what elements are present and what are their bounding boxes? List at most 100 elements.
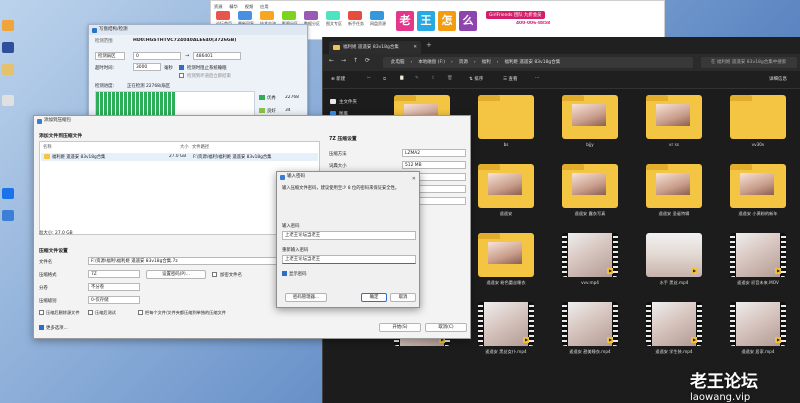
up-icon[interactable]: ↑ [353, 57, 358, 64]
video-item[interactable]: ▶ 遥遥安 居家.mp4 [721, 302, 795, 364]
nav-label[interactable]: 新手任务 [346, 21, 366, 27]
delete-after-checkbox[interactable] [39, 310, 44, 315]
folder-item[interactable]: bjjy [553, 95, 627, 157]
explorer-tab[interactable]: 福利姬 遥遥安 83v18g合集 ✕ [329, 41, 421, 54]
stop-on-bad-checkbox[interactable] [179, 73, 184, 78]
nav-icon[interactable] [238, 11, 252, 20]
breadcrumb-item[interactable]: 本地磁盘 (F:) [418, 57, 445, 68]
breadcrumb-item[interactable]: 福利 [482, 57, 491, 68]
start-sector-input[interactable]: 0 [133, 52, 181, 60]
column-header[interactable]: 文件路径 [192, 144, 209, 150]
encrypt-names-checkbox[interactable] [212, 272, 217, 277]
folder-item[interactable]: 遥遥安 露衣写真 [553, 164, 627, 226]
folder-item[interactable]: bs [469, 95, 543, 157]
folder-item[interactable]: vv30v [721, 95, 795, 157]
cancel-button[interactable]: 取消 [390, 293, 416, 302]
desktop-icon-5[interactable] [2, 188, 14, 199]
password-close-icon[interactable]: ✕ [412, 174, 416, 184]
desktop-icon-1[interactable] [2, 20, 14, 31]
more-options-icon[interactable] [39, 325, 44, 330]
test-after-checkbox[interactable] [88, 310, 93, 315]
prevent-sleep-checkbox[interactable] [179, 65, 184, 70]
cut-icon[interactable]: ✂ [367, 76, 371, 81]
new-tab-icon[interactable]: + [426, 41, 432, 49]
nav-icon[interactable] [370, 11, 384, 20]
nav-icon[interactable] [348, 11, 362, 20]
password-titlebar[interactable]: 输入密码 ✕ [277, 172, 419, 182]
rename-icon[interactable]: ✎ [415, 76, 419, 81]
close-tab-icon[interactable]: ✕ [413, 41, 417, 54]
desktop-icon-3[interactable] [2, 64, 14, 75]
ad-banner[interactable]: 老 王 怎 么 GirlFriends 团队 九折会员 400-006-8858 [396, 8, 616, 34]
nav-label[interactable]: 网盘资源 [368, 21, 388, 27]
nav-icon[interactable] [282, 11, 296, 20]
nav-icon[interactable] [326, 11, 340, 20]
folder-item[interactable]: vr ss [637, 95, 711, 157]
nav-icon[interactable] [260, 11, 274, 20]
end-sector-input[interactable]: 486401 [193, 52, 241, 60]
nav-item-home[interactable]: 主文件夹 [330, 99, 357, 105]
start-button[interactable]: 开始(S) [379, 323, 421, 332]
cancel-button[interactable]: 取消(C) [425, 323, 467, 332]
column-header[interactable]: 大小 [180, 144, 189, 150]
zip7-setting-select[interactable]: LZMA2 [402, 149, 466, 157]
sort-button[interactable]: ⇅ 排序 [469, 76, 483, 82]
desktop-icon-4[interactable] [2, 95, 14, 106]
forward-icon[interactable]: → [341, 57, 346, 64]
paste-icon[interactable]: 📋 [399, 76, 405, 81]
video-item[interactable]: ▶ 遥遥安 甜美睡衣.mp4 [553, 302, 627, 364]
new-button[interactable]: ⊕ 新建 [331, 76, 345, 82]
delete-icon[interactable]: 🗑 [447, 76, 453, 81]
breadcrumb-item[interactable]: 此电脑 [391, 57, 405, 68]
folder-preview-image [656, 173, 690, 195]
browser-link[interactable]: 资源 [214, 4, 222, 9]
browser-link[interactable]: 视频 [245, 4, 253, 9]
disk-window-titlebar[interactable]: 写盘结构/检测 [89, 25, 307, 35]
breadcrumb-item[interactable]: 福利姬 遥遥安 83v18g合集 [504, 57, 560, 68]
nav-label[interactable]: 图文专区 [324, 21, 344, 27]
video-item[interactable]: ▶ vvv.mp4 [553, 233, 627, 295]
nav-icon[interactable] [216, 11, 230, 20]
folder-item[interactable]: 遥遥安 圣诞特辑 [637, 164, 711, 226]
archive-titlebar[interactable]: 添加到压缩包 [34, 116, 470, 126]
breadcrumb-item[interactable]: 资源 [459, 57, 468, 68]
back-icon[interactable]: ← [329, 57, 334, 64]
timeout-input[interactable]: 3000 [133, 63, 161, 71]
refresh-icon[interactable]: ⟳ [365, 57, 370, 64]
folder-item[interactable]: 遥遥安 粉色蕾丝睡衣 [469, 233, 543, 295]
format-select[interactable]: 7Z [88, 270, 140, 278]
video-item[interactable]: ▶ 遥遥安 学生装.mp4 [637, 302, 711, 364]
desktop-icon-6[interactable] [2, 210, 14, 221]
more-icon[interactable]: ··· [535, 76, 539, 81]
copy-icon[interactable]: ⧉ [383, 76, 386, 82]
browser-link[interactable]: 应用 [260, 4, 268, 9]
separate-archives-checkbox[interactable] [138, 310, 143, 315]
archive-path-input[interactable]: F:\资源\福利\福利姬 遥遥安 83v18g合集.7z [88, 257, 308, 265]
scan-mode-select[interactable]: 检测扇区 [95, 52, 125, 60]
file-row[interactable]: 福利姬 遥遥安 83v18g合集 27.0 GB F:\资源\福利\福利姬 遥遥… [41, 153, 318, 161]
video-item[interactable]: ▶ 水手 黑丝.mp4 [637, 233, 711, 295]
show-password-checkbox[interactable] [282, 271, 287, 276]
set-password-button[interactable]: 设置密码(P)... [146, 270, 206, 279]
level-select[interactable]: 0-仅存储 [88, 296, 140, 304]
folder-item[interactable]: 遥遥安 [469, 164, 543, 226]
confirm-password-input[interactable]: 上老王论坛当老王 [282, 255, 416, 264]
nav-icon[interactable] [304, 11, 318, 20]
address-bar[interactable]: 此电脑 › 本地磁盘 (F:) › 资源 › 福利 › 福利姬 遥遥安 83v18g合集 [383, 57, 693, 68]
password-input[interactable]: 上老王论坛当老王 [282, 231, 416, 240]
password-manager-button[interactable]: 密码管理器... [285, 293, 327, 302]
column-header[interactable]: 名称 [43, 144, 52, 150]
video-item[interactable]: ▶ 遥遥安 黑丝女仆.mp4 [469, 302, 543, 364]
browser-link[interactable]: 精华 [229, 4, 237, 9]
desktop-icon-2[interactable] [2, 42, 14, 53]
view-button[interactable]: ☰ 查看 [503, 76, 517, 82]
ok-button[interactable]: 确定 [361, 293, 387, 302]
split-select[interactable]: 不分卷 [88, 283, 140, 291]
details-button[interactable]: 详细信息 [769, 76, 787, 82]
folder-item[interactable]: 遥遥安 小黄粉的新年 [721, 164, 795, 226]
share-icon[interactable]: ⇪ [431, 76, 435, 81]
more-options-link[interactable]: 更多选项... [46, 325, 68, 331]
search-input[interactable]: 在 福利姬 遥遥安 83v18g合集中搜索 [701, 57, 797, 68]
zip7-setting-select[interactable]: 512 MB [402, 161, 466, 169]
video-item[interactable]: ▶ 遥遥安 初音未来.MOV [721, 233, 795, 295]
